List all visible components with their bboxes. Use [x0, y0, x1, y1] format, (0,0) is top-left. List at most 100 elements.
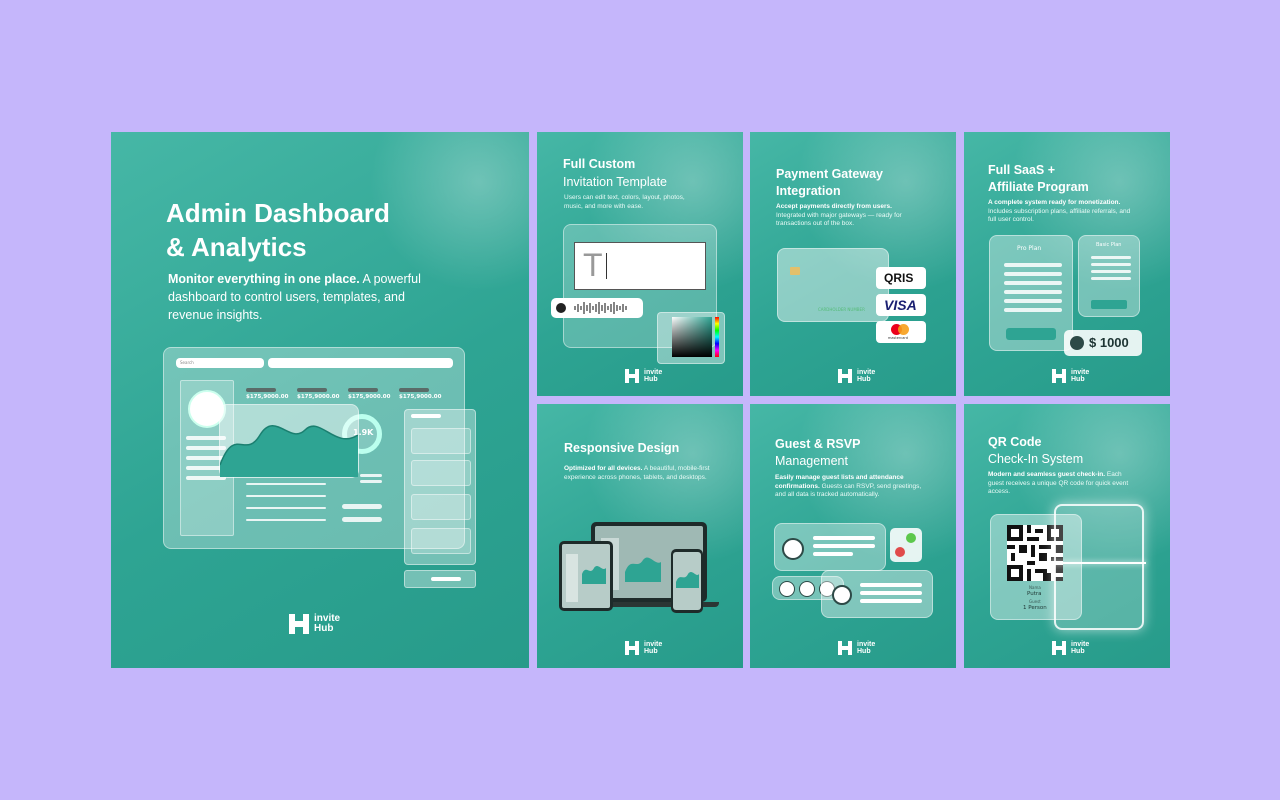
stat-bar-1 — [246, 388, 276, 392]
ticket-guest-value: 1 Person — [1023, 605, 1047, 611]
brand-mark-icon — [289, 614, 309, 634]
rsvp-toggle[interactable] — [890, 528, 922, 562]
hue-slider[interactable] — [715, 317, 719, 357]
side-item-1[interactable] — [411, 428, 471, 454]
brand-logo: invite Hub — [625, 641, 662, 655]
list-line-3 — [246, 507, 326, 509]
brand-logo: invite Hub — [289, 614, 340, 634]
side-item-4[interactable] — [411, 528, 471, 554]
payment-title: Payment Gateway Integration — [776, 167, 883, 198]
plan-basic-card[interactable]: Basic Plan — [1078, 235, 1140, 317]
plan-feature — [1004, 299, 1062, 303]
waveform-icon — [574, 302, 627, 314]
brand-mark-icon — [838, 369, 852, 383]
mastercard-logo: mastercard — [876, 321, 926, 343]
stat-value-2: $175,9000.00 — [297, 394, 340, 400]
brand-logo: invite Hub — [625, 369, 662, 383]
plan-feature — [1091, 270, 1131, 273]
side-item-3[interactable] — [411, 494, 471, 520]
audio-player[interactable] — [551, 298, 643, 318]
plan-basic-button[interactable] — [1091, 300, 1127, 309]
decline-icon[interactable] — [895, 547, 905, 557]
scan-line — [1050, 562, 1146, 564]
list-line-2 — [246, 495, 326, 497]
plan-feature — [1091, 263, 1131, 266]
tablet-chart — [566, 554, 606, 602]
card-chip-icon — [790, 267, 800, 275]
qris-logo: QRIS — [876, 267, 926, 289]
plan-pro-card[interactable]: Pro Plan — [989, 235, 1073, 351]
credit-card: CARDHOLDER NUMBER — [777, 248, 889, 322]
folder-button[interactable] — [404, 570, 476, 588]
card-number: CARDHOLDER NUMBER — [818, 307, 865, 312]
card-guest-rsvp: Guest & RSVP Management Easily manage gu… — [750, 404, 956, 668]
card-custom-template: Full Custom Invitation Template Users ca… — [537, 132, 743, 396]
card-responsive-design: Responsive Design Optimized for all devi… — [537, 404, 743, 668]
list-short-2 — [360, 480, 382, 483]
guest-line — [860, 591, 922, 595]
guest-card-1[interactable] — [774, 523, 886, 571]
guest-line — [860, 599, 922, 603]
side-item-2[interactable] — [411, 460, 471, 486]
brand-mark-icon — [625, 641, 639, 655]
guest-line — [813, 552, 853, 556]
tablet-screen — [562, 544, 610, 608]
brand-mark-icon — [625, 369, 639, 383]
saas-title: Full SaaS + Affiliate Program — [988, 163, 1089, 194]
brand-logo: invite Hub — [1052, 369, 1089, 383]
list-line-4 — [246, 519, 326, 521]
topbar — [268, 358, 453, 368]
color-picker[interactable] — [657, 312, 725, 364]
visa-logo: VISA — [876, 294, 926, 316]
rsvp-subtitle: Management — [775, 454, 848, 468]
guest-line — [813, 536, 875, 540]
guest-avatar-icon — [832, 585, 852, 605]
card-qr-checkin: QR Code Check-In System Modern and seaml… — [964, 404, 1170, 668]
ticket-guest-label: Guest — [1029, 599, 1041, 604]
amount-badge: $ 1000 — [1064, 330, 1142, 356]
text-box[interactable]: T — [574, 242, 706, 290]
accept-icon[interactable] — [906, 533, 916, 543]
payment-description: Accept payments directly from users. Int… — [776, 203, 902, 227]
plan-feature — [1091, 256, 1131, 259]
plan-pro-button[interactable] — [1006, 328, 1056, 340]
brand-logo: invite Hub — [838, 369, 875, 383]
brand-mark-icon — [838, 641, 852, 655]
rsvp-title: Guest & RSVP — [775, 437, 861, 451]
scanner-frame — [1054, 504, 1144, 630]
plan-feature — [1004, 281, 1062, 285]
stat-bar-2 — [297, 388, 327, 392]
plan-feature — [1091, 277, 1131, 280]
responsive-description: Optimized for all devices. A beautiful, … — [564, 465, 710, 481]
dashboard-description: Monitor everything in one place. A power… — [168, 272, 421, 322]
card-saas-affiliate: Full SaaS + Affiliate Program A complete … — [964, 132, 1170, 396]
plan-feature — [1004, 272, 1062, 276]
side-panel — [404, 409, 476, 565]
custom-title: Full Custom — [563, 157, 636, 171]
phone-screen — [673, 552, 701, 610]
saas-description: A complete system ready for monetization… — [988, 199, 1131, 223]
guest-card-2[interactable] — [821, 570, 933, 618]
plan-pro-label: Pro Plan — [1017, 245, 1042, 252]
qr-description: Modern and seamless guest check-in. Each… — [988, 471, 1129, 495]
stat-bar-3 — [348, 388, 378, 392]
folder-button-label — [431, 577, 461, 581]
phone-chart — [676, 572, 699, 588]
plan-feature — [1004, 308, 1062, 312]
stat-value-1: $175,9000.00 — [246, 394, 289, 400]
guest-line — [860, 583, 922, 587]
responsive-title: Responsive Design — [564, 441, 680, 455]
user-icon — [1070, 336, 1084, 350]
guest-line — [813, 544, 875, 548]
guest-avatar-icon — [779, 581, 795, 597]
color-gradient[interactable] — [672, 317, 712, 357]
play-icon[interactable] — [556, 303, 566, 313]
plan-feature — [1004, 290, 1062, 294]
brand-mark-icon — [1052, 369, 1066, 383]
plan-basic-label: Basic Plan — [1096, 242, 1122, 248]
list-pill-2 — [342, 517, 382, 522]
plan-feature — [1004, 263, 1062, 267]
stat-bar-4 — [399, 388, 429, 392]
side-panel-header — [411, 414, 441, 418]
search-input[interactable]: Search — [176, 358, 264, 368]
